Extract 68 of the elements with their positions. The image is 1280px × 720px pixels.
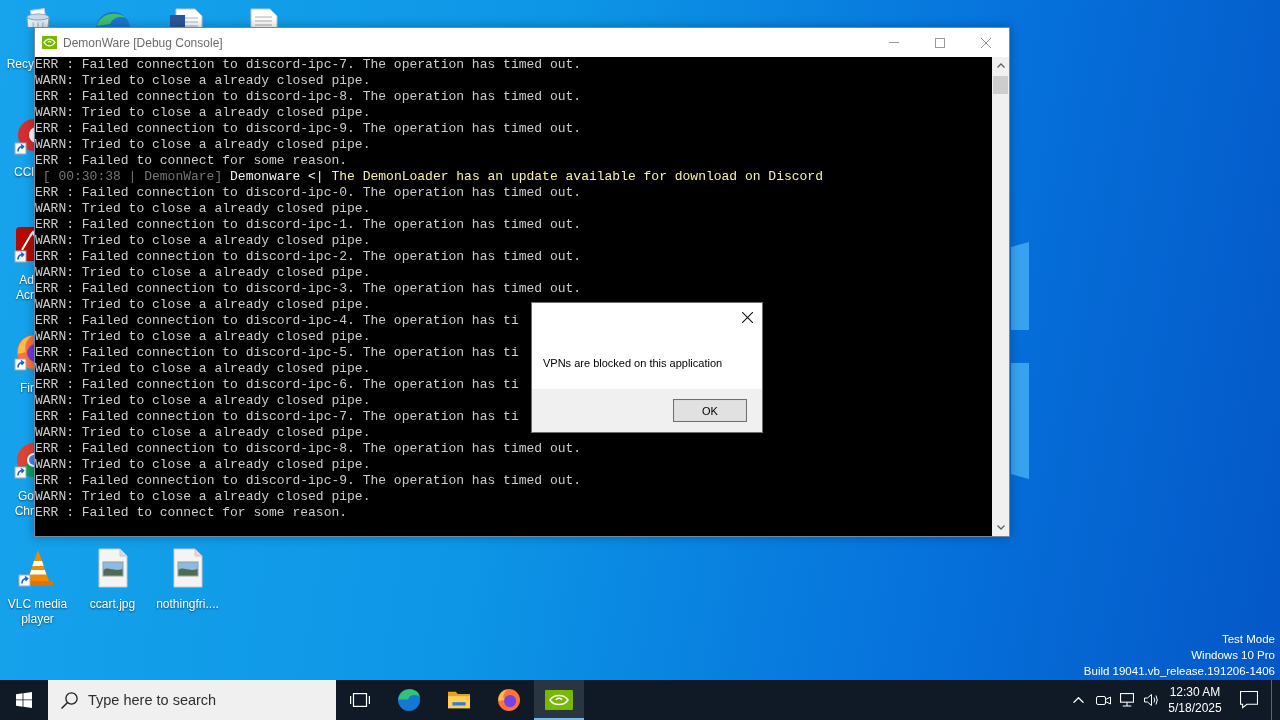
console-line: WARN: Tried to close a already closed pipe. xyxy=(35,457,371,473)
ok-button[interactable]: OK xyxy=(673,399,747,422)
desktop-icon-label[interactable]: Recy xyxy=(6,57,34,72)
console-line: WARN: Tried to close a already closed pipe. xyxy=(35,425,371,441)
eye-logo-icon xyxy=(42,36,57,49)
console-line: WARN: Tried to close a already closed pipe. xyxy=(35,297,371,313)
console-line: ERR : Failed connection to discord-ipc-3. The operation has timed out. xyxy=(35,281,582,297)
task-view-icon xyxy=(350,693,370,707)
desktop-icon-label[interactable]: CCl xyxy=(14,165,34,180)
folder-icon xyxy=(448,691,470,709)
console-line: WARN: Tried to close a already closed pipe. xyxy=(35,73,371,89)
minimize-icon xyxy=(889,42,899,43)
console-line: ERR : Failed to connect for some reason. xyxy=(35,505,348,521)
console-line: ERR : Failed connection to discord-ipc-0. The operation has timed out. xyxy=(35,185,582,201)
console-line: ERR : Failed connection to discord-ipc-5. The operation has ti xyxy=(35,345,519,361)
desktop-icon-label[interactable]: Ad Acr xyxy=(6,273,34,303)
speaker-icon[interactable] xyxy=(1143,694,1159,706)
chevron-up-icon[interactable] xyxy=(1073,696,1084,704)
os-info-text: Test Mode xyxy=(1221,632,1275,647)
desktop-icon-label[interactable]: VLC media player xyxy=(1,597,74,627)
scrollbar[interactable] xyxy=(992,57,1009,536)
console-line: ERR : Failed connection to discord-ipc-7. The operation has ti xyxy=(35,409,519,425)
search-field[interactable]: Type here to search xyxy=(48,680,336,720)
video-camera-icon[interactable] xyxy=(1095,695,1111,705)
taskbar-clock[interactable]: 12:30 AM 5/18/2025 xyxy=(1163,680,1227,720)
console-line: WARN: Tried to close a already closed pipe. xyxy=(35,489,371,505)
console-line: ERR : Failed connection to discord-ipc-8. The operation has timed out. xyxy=(35,441,582,457)
console-line: ERR : Failed to connect for some reason. xyxy=(35,153,348,169)
console-line: WARN: Tried to close a already closed pipe. xyxy=(35,265,371,281)
console-line: WARN: Tried to close a already closed pipe. xyxy=(35,329,371,345)
maximize-icon xyxy=(935,37,945,48)
desktop-icon-label[interactable]: Fir xyxy=(20,381,34,396)
desktop-icon-label[interactable]: ccart.jpg xyxy=(89,597,136,612)
close-icon xyxy=(742,311,753,323)
chevron-down-icon xyxy=(996,525,1005,530)
scrollbar-thumb[interactable] xyxy=(993,76,1008,94)
window-title: DemonWare [Debug Console] xyxy=(63,35,223,50)
dialog-message: VPNs are blocked on this application xyxy=(543,356,723,371)
console-line: ERR : Failed connection to discord-ipc-7. The operation has timed out. xyxy=(35,57,582,73)
search-icon xyxy=(61,692,78,709)
taskbar-button[interactable] xyxy=(534,680,584,720)
console-line: WARN: Tried to close a already closed pipe. xyxy=(35,137,371,153)
console-line: ERR : Failed connection to discord-ipc-9. The operation has timed out. xyxy=(35,473,582,489)
console-line: ERR : Failed connection to discord-ipc-2. The operation has timed out. xyxy=(35,249,582,265)
os-info-text: Build 19041.vb_release.191206-1406 xyxy=(1083,664,1275,679)
console-line: WARN: Tried to close a already closed pipe. xyxy=(35,393,371,409)
console-line: WARN: Tried to close a already closed pipe. xyxy=(35,105,371,121)
chevron-up-icon xyxy=(996,63,1005,68)
speech-bubble-icon[interactable] xyxy=(1240,691,1258,709)
os-info-text: Windows 10 Pro xyxy=(1191,648,1275,663)
eye-logo-icon xyxy=(545,690,573,710)
console-line: WARN: Tried to close a already closed pipe. xyxy=(35,361,371,377)
console-line: ERR : Failed connection to discord-ipc-1. The operation has timed out. xyxy=(35,217,582,233)
console-line: ERR : Failed connection to discord-ipc-9. The operation has timed out. xyxy=(35,121,582,137)
console-line: ERR : Failed connection to discord-ipc-6. The operation has ti xyxy=(35,377,519,393)
browser-icon xyxy=(498,689,520,711)
close-icon xyxy=(981,37,991,48)
monitor-icon[interactable] xyxy=(1120,693,1134,707)
desktop-icon-label[interactable]: nothingfri.... xyxy=(156,597,219,612)
windows-logo-icon xyxy=(16,692,32,708)
console-line: ERR : Failed connection to discord-ipc-8. The operation has timed out. xyxy=(35,89,582,105)
console-line: ERR : Failed connection to discord-ipc-4. The operation has ti xyxy=(35,313,519,329)
desktop-icon-label[interactable]: Go Chr xyxy=(6,489,34,519)
browser-icon xyxy=(398,689,420,711)
app-shortcut-icon[interactable] xyxy=(14,224,34,264)
console-line: WARN: Tried to close a already closed pipe. xyxy=(35,201,371,217)
console-line: WARN: Tried to close a already closed pipe. xyxy=(35,233,371,249)
console-line: [ 00:30:38 | DemonWare] Demonware <| The DemonLoader has an update available for download on Discord xyxy=(42,169,823,185)
